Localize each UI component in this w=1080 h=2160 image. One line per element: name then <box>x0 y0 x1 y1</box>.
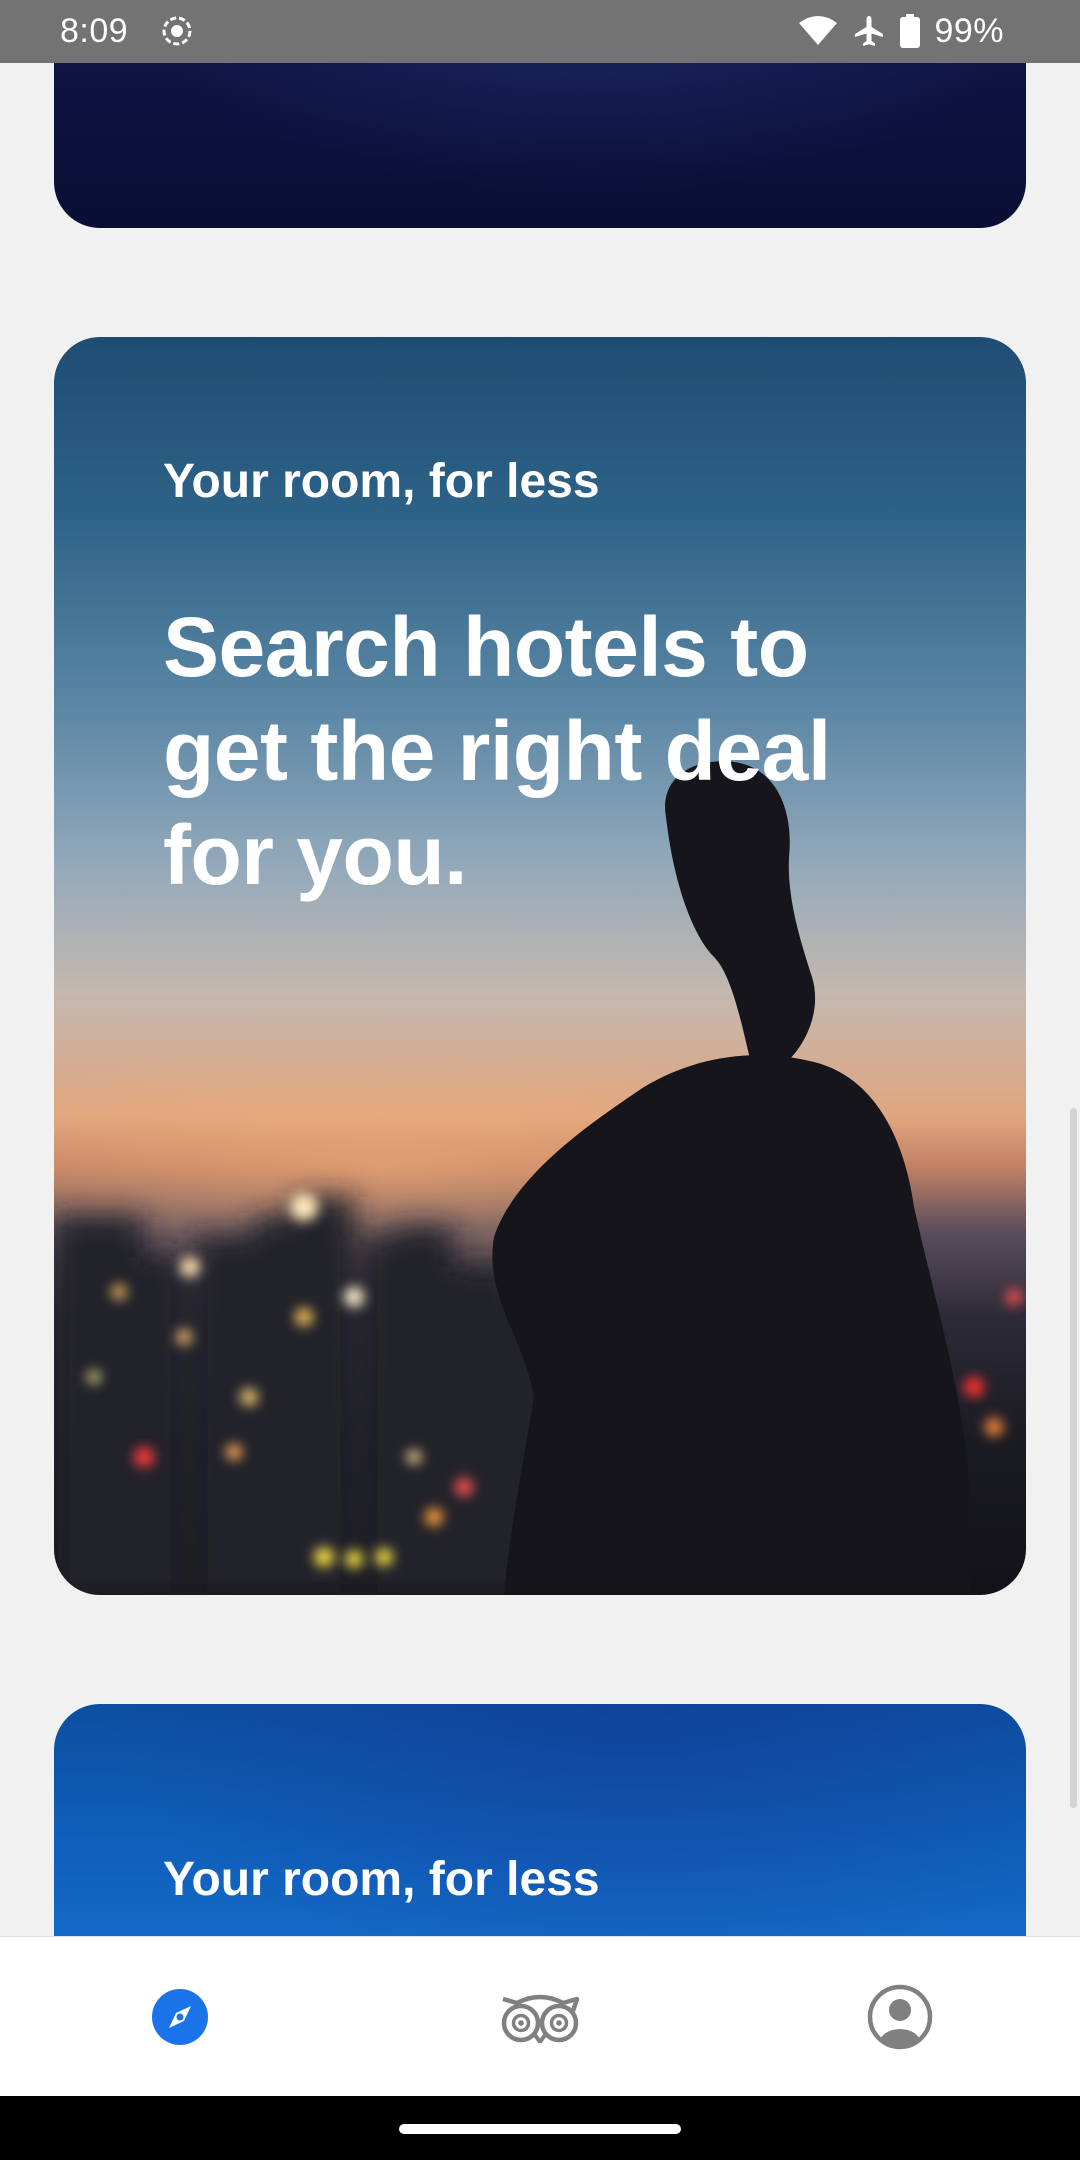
battery-icon <box>900 14 921 48</box>
home-gesture-handle[interactable] <box>399 2124 681 2134</box>
compass-icon <box>151 1988 209 2046</box>
airplane-mode-icon <box>852 14 886 48</box>
bottom-navigation <box>0 1936 1080 2097</box>
card-headline: Search hotels to get the right deal for … <box>163 600 831 902</box>
promo-card-next[interactable]: Your room, for less <box>54 1704 1026 1936</box>
feed[interactable]: Your room, for less Search hotels to get… <box>0 63 1080 1936</box>
account-icon <box>867 1984 933 2050</box>
card-eyebrow: Your room, for less <box>163 455 600 508</box>
tab-account[interactable] <box>720 1937 1080 2097</box>
status-bar: 8:09 99% <box>0 0 1080 63</box>
battery-percent: 99% <box>934 12 1004 50</box>
scrollbar[interactable] <box>1070 1108 1077 1808</box>
system-navigation-bar <box>0 2096 1080 2160</box>
card-eyebrow: Your room, for less <box>163 1853 600 1906</box>
screen-record-icon <box>160 14 194 48</box>
promo-card-previous[interactable] <box>54 63 1026 228</box>
status-icons: 99% <box>798 10 1004 52</box>
city-skyline-photo <box>54 761 1022 1595</box>
hotel-deal-card[interactable]: Your room, for less Search hotels to get… <box>54 337 1026 1595</box>
tab-explore[interactable] <box>0 1937 360 2097</box>
tab-trips[interactable] <box>360 1937 720 2097</box>
wifi-icon <box>798 15 838 47</box>
owl-logo-icon <box>497 1991 583 2043</box>
status-time: 8:09 <box>60 12 129 50</box>
